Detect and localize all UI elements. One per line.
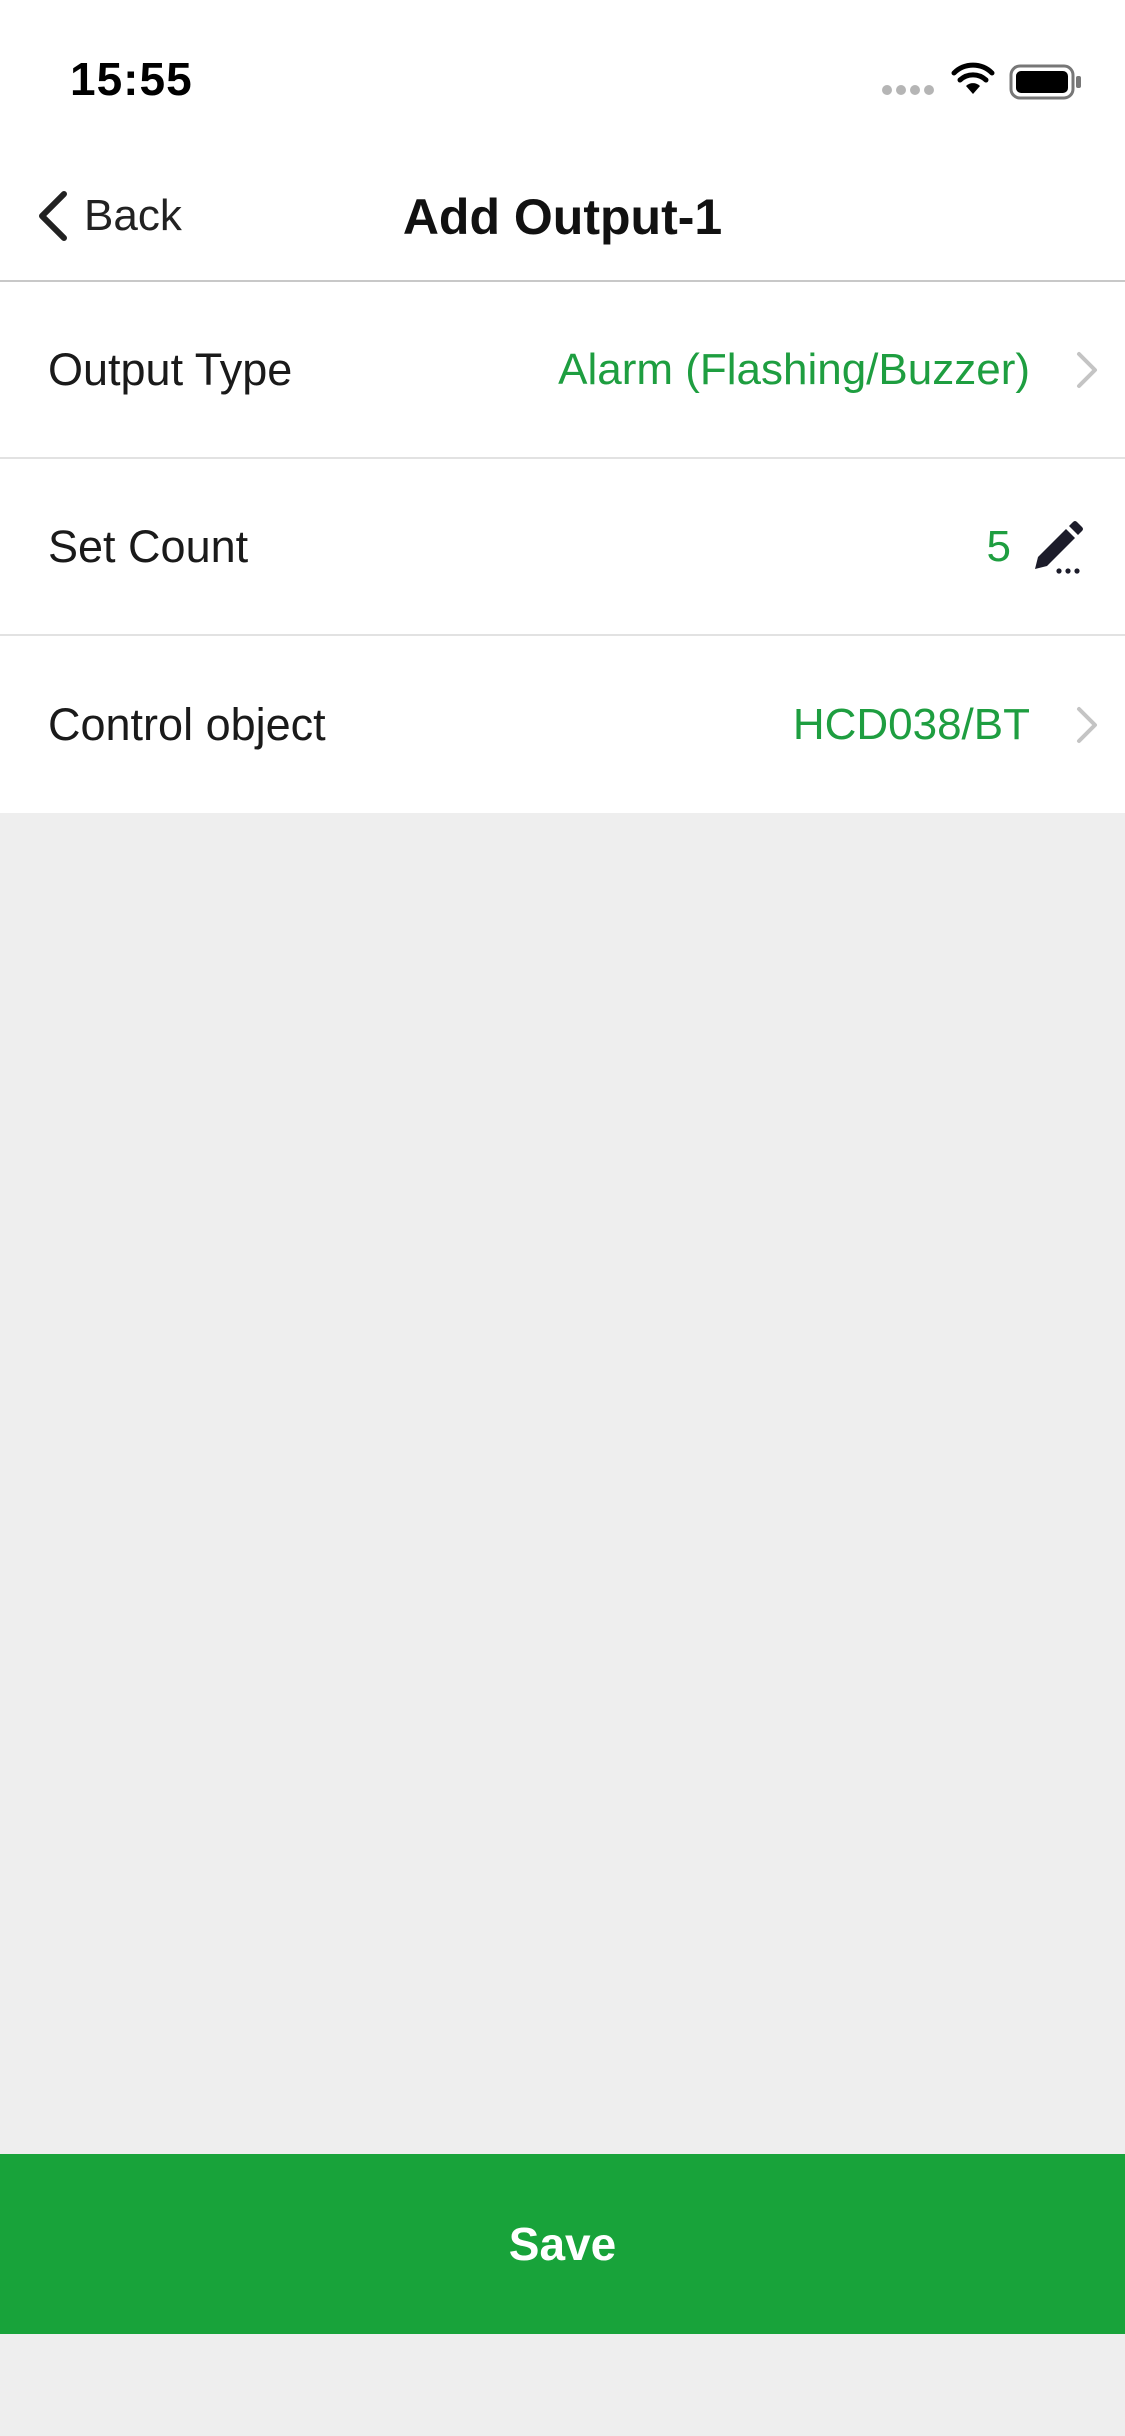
battery-icon	[1009, 64, 1081, 100]
chevron-right-icon	[1077, 351, 1097, 388]
output-type-row[interactable]: Output Type Alarm (Flashing/Buzzer)	[0, 282, 1125, 459]
status-time: 15:55	[70, 53, 193, 105]
control-object-row[interactable]: Control object HCD038/BT	[0, 636, 1125, 813]
row-value: HCD038/BT	[792, 699, 1030, 749]
wifi-icon	[951, 62, 995, 94]
pencil-icon[interactable]	[1029, 519, 1085, 575]
save-button[interactable]: Save	[0, 2154, 1125, 2334]
status-bar: 15:55	[0, 0, 1125, 150]
set-count-row[interactable]: Set Count 5	[0, 459, 1125, 636]
row-label: Output Type	[48, 343, 293, 395]
chevron-right-icon	[1077, 706, 1097, 743]
status-icons	[881, 62, 1091, 102]
navigation-bar: Back Add Output-1	[0, 150, 1125, 282]
row-label: Set Count	[48, 520, 249, 572]
settings-list: Output Type Alarm (Flashing/Buzzer) Set …	[0, 282, 1125, 813]
signal-icon	[882, 85, 934, 95]
row-value: Alarm (Flashing/Buzzer)	[558, 344, 1030, 394]
page-title: Add Output-1	[402, 189, 723, 245]
row-value: 5	[986, 521, 1011, 571]
row-label: Control object	[48, 698, 326, 750]
